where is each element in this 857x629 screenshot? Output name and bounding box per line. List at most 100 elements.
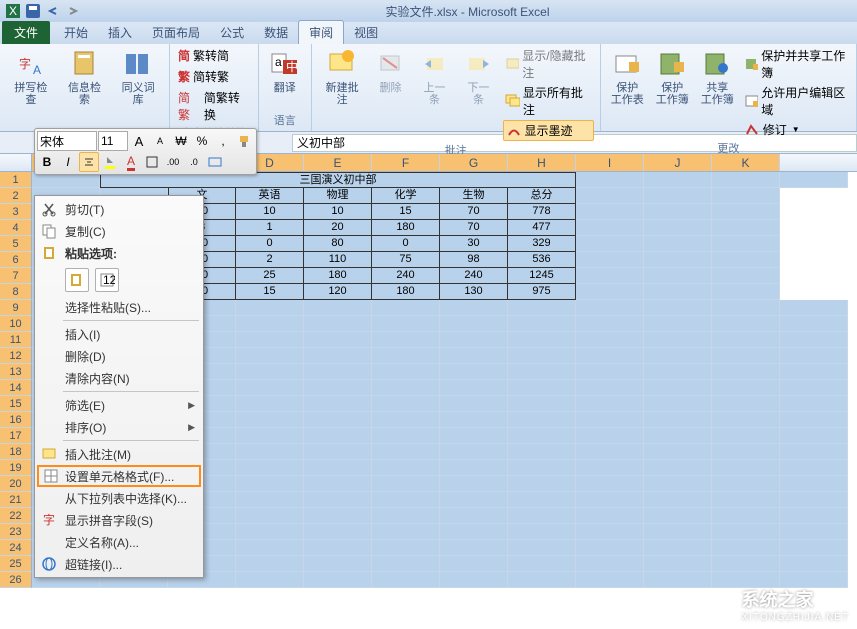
table-header[interactable]: 物理 [304, 188, 372, 204]
table-cell[interactable]: 110 [304, 252, 372, 268]
row-header[interactable]: 6 [0, 252, 32, 268]
tab-data[interactable]: 数据 [254, 21, 298, 44]
row-header[interactable]: 12 [0, 348, 32, 364]
simp-to-trad-button[interactable]: 简繁转简 [176, 46, 252, 65]
row-header[interactable]: 18 [0, 444, 32, 460]
tab-file[interactable]: 文件 [2, 21, 50, 44]
table-cell[interactable]: 98 [440, 252, 508, 268]
table-cell[interactable]: 80 [304, 236, 372, 252]
tab-layout[interactable]: 页面布局 [142, 21, 210, 44]
table-header[interactable]: 化学 [372, 188, 440, 204]
delete-comment-button[interactable]: 删除 [371, 46, 411, 96]
spell-check-button[interactable]: 字A拼写检查 [6, 46, 56, 108]
undo-icon[interactable] [44, 2, 62, 20]
ctx-hyperlink[interactable]: 超链接(I)... [37, 553, 201, 575]
accounting-format-icon[interactable]: ₩ [171, 131, 191, 151]
tab-review[interactable]: 审阅 [298, 20, 344, 44]
row-header[interactable]: 16 [0, 412, 32, 428]
col-header[interactable]: G [440, 154, 508, 171]
col-header[interactable]: I [576, 154, 644, 171]
table-cell[interactable]: 75 [372, 252, 440, 268]
row-header[interactable]: 20 [0, 476, 32, 492]
chinese-convert-button[interactable]: 简繁简繁转换 [176, 88, 252, 124]
table-cell[interactable]: 10 [304, 204, 372, 220]
decrease-decimal-icon[interactable]: .0 [184, 152, 204, 172]
row-header[interactable]: 11 [0, 332, 32, 348]
ctx-define-name[interactable]: 定义名称(A)... [37, 531, 201, 553]
fill-color-icon[interactable] [100, 152, 120, 172]
row-header[interactable]: 2 [0, 188, 32, 204]
row-header[interactable]: 21 [0, 492, 32, 508]
ctx-format-cells[interactable]: 设置单元格格式(F)... [37, 465, 201, 487]
row-header[interactable]: 17 [0, 428, 32, 444]
row-header[interactable]: 8 [0, 284, 32, 300]
increase-font-icon[interactable]: A [129, 131, 149, 151]
table-cell[interactable]: 180 [372, 284, 440, 300]
translate-button[interactable]: a中翻译 [265, 46, 305, 96]
table-cell[interactable]: 778 [508, 204, 576, 220]
show-all-comments-button[interactable]: 显示所有批注 [503, 83, 594, 119]
table-cell[interactable]: 975 [508, 284, 576, 300]
tab-insert[interactable]: 插入 [98, 21, 142, 44]
table-cell[interactable]: 70 [440, 204, 508, 220]
excel-icon[interactable]: X [4, 2, 22, 20]
paste-option-all[interactable] [65, 268, 89, 292]
col-header[interactable]: J [644, 154, 712, 171]
font-color-icon[interactable]: A [121, 152, 141, 172]
row-header[interactable]: 3 [0, 204, 32, 220]
table-cell[interactable]: 329 [508, 236, 576, 252]
table-cell[interactable]: 1 [236, 220, 304, 236]
thesaurus-button[interactable]: 同义词库 [113, 46, 163, 108]
row-header[interactable]: 23 [0, 524, 32, 540]
col-header[interactable]: K [712, 154, 780, 171]
ctx-delete[interactable]: 删除(D) [37, 345, 201, 367]
table-cell[interactable]: 25 [236, 268, 304, 284]
ctx-clear[interactable]: 清除内容(N) [37, 367, 201, 389]
row-header[interactable]: 5 [0, 236, 32, 252]
table-cell[interactable]: 180 [304, 268, 372, 284]
row-header[interactable]: 24 [0, 540, 32, 556]
table-header[interactable]: 生物 [440, 188, 508, 204]
row-header[interactable]: 19 [0, 460, 32, 476]
protect-share-button[interactable]: 保护并共享工作簿 [742, 46, 850, 82]
table-cell[interactable]: 15 [372, 204, 440, 220]
table-cell[interactable]: 1245 [508, 268, 576, 284]
table-cell[interactable]: 120 [304, 284, 372, 300]
table-cell[interactable]: 0 [236, 236, 304, 252]
font-size-select[interactable]: 11 [98, 131, 128, 151]
ctx-pinyin[interactable]: 字显示拼音字段(S) [37, 509, 201, 531]
row-header[interactable]: 26 [0, 572, 32, 588]
ctx-sort[interactable]: 排序(O)▶ [37, 416, 201, 438]
italic-icon[interactable]: I [58, 152, 78, 172]
row-header[interactable]: 22 [0, 508, 32, 524]
trad-to-simp-button[interactable]: 繁简转繁 [176, 67, 252, 86]
ctx-copy[interactable]: 复制(C) [37, 220, 201, 242]
row-header[interactable]: 9 [0, 300, 32, 316]
share-workbook-button[interactable]: 共享 工作簿 [697, 46, 738, 108]
row-header[interactable]: 1 [0, 172, 32, 188]
redo-icon[interactable] [64, 2, 82, 20]
row-header[interactable]: 15 [0, 396, 32, 412]
col-header[interactable]: F [372, 154, 440, 171]
format-painter-icon[interactable] [234, 131, 254, 151]
align-center-icon[interactable] [79, 152, 99, 172]
ctx-pick-list[interactable]: 从下拉列表中选择(K)... [37, 487, 201, 509]
increase-decimal-icon[interactable]: .00 [163, 152, 183, 172]
bold-icon[interactable]: B [37, 152, 57, 172]
row-header[interactable]: 14 [0, 380, 32, 396]
table-header[interactable]: 总分 [508, 188, 576, 204]
table-cell[interactable]: 70 [440, 220, 508, 236]
protect-sheet-button[interactable]: 保护 工作表 [607, 46, 648, 108]
ctx-insert[interactable]: 插入(I) [37, 323, 201, 345]
protect-workbook-button[interactable]: 保护 工作簿 [652, 46, 693, 108]
ctx-cut[interactable]: 剪切(T) [37, 198, 201, 220]
row-header[interactable]: 13 [0, 364, 32, 380]
row-header[interactable]: 25 [0, 556, 32, 572]
table-header[interactable]: 英语 [236, 188, 304, 204]
table-cell[interactable]: 10 [236, 204, 304, 220]
col-header[interactable]: H [508, 154, 576, 171]
ctx-paste-special[interactable]: 选择性粘贴(S)... [37, 296, 201, 318]
table-cell[interactable]: 240 [372, 268, 440, 284]
save-icon[interactable] [24, 2, 42, 20]
decrease-font-icon[interactable]: A [150, 131, 170, 151]
